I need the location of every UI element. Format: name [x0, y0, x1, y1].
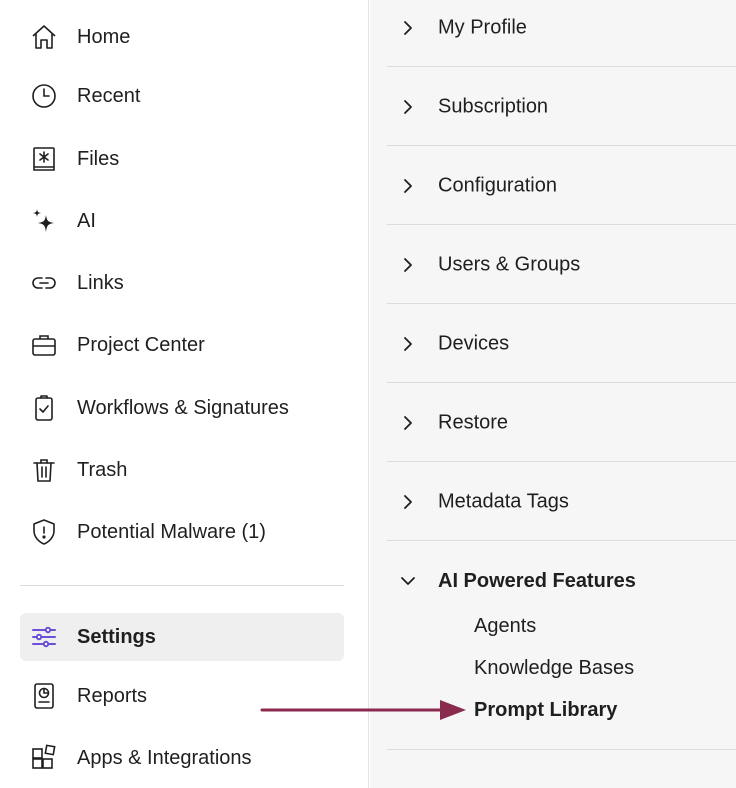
trash-icon — [29, 455, 59, 485]
chevron-down-icon — [401, 577, 415, 585]
sidebar-item-label: Reports — [77, 684, 148, 707]
sidebar-item-recent[interactable]: Recent — [20, 72, 344, 120]
settings-section-devices[interactable]: Devices — [387, 305, 736, 383]
sidebar-item-potential-malware[interactable]: Potential Malware (1) — [20, 508, 344, 556]
chevron-right-icon — [404, 336, 412, 351]
sidebar-item-workflows[interactable]: Workflows & Signatures — [20, 384, 344, 432]
clipboard-check-icon — [29, 393, 59, 423]
settings-section-metadata-tags[interactable]: Metadata Tags — [387, 463, 736, 541]
settings-section-label: My Profile — [438, 16, 527, 38]
chevron-right-icon — [404, 494, 412, 509]
settings-section-restore[interactable]: Restore — [387, 384, 736, 462]
sparkle-icon — [29, 206, 59, 236]
settings-section-subscription[interactable]: Subscription — [387, 68, 736, 146]
link-icon — [29, 268, 59, 298]
sidebar-item-label: Project Center — [77, 333, 205, 356]
sidebar-item-label: Workflows & Signatures — [77, 396, 289, 419]
briefcase-icon — [29, 330, 59, 360]
sidebar: Home Recent Files AI Links Project Cente… — [0, 0, 369, 788]
sidebar-item-label: Potential Malware (1) — [77, 520, 266, 543]
settings-panel: My Profile Subscription Configuration Us… — [370, 0, 736, 788]
files-icon — [29, 144, 59, 174]
settings-section-header[interactable]: AI Powered Features — [387, 562, 736, 600]
chevron-right-icon — [404, 99, 412, 114]
report-icon — [29, 681, 59, 711]
sidebar-item-project-center[interactable]: Project Center — [20, 321, 344, 369]
sidebar-divider — [20, 585, 344, 586]
sliders-icon — [29, 622, 59, 652]
annotation-arrow — [260, 700, 466, 720]
submenu-item-prompt-library[interactable]: Prompt Library — [474, 699, 617, 722]
sidebar-item-label: Links — [77, 271, 124, 294]
submenu-item-knowledge-bases[interactable]: Knowledge Bases — [474, 657, 634, 680]
settings-section-configuration[interactable]: Configuration — [387, 147, 736, 225]
sidebar-item-ai[interactable]: AI — [20, 197, 344, 245]
sidebar-item-home[interactable]: Home — [20, 13, 344, 61]
sidebar-item-label: Apps & Integrations — [77, 746, 252, 769]
sidebar-item-label: Trash — [77, 458, 128, 481]
settings-section-users-groups[interactable]: Users & Groups — [387, 226, 736, 304]
chevron-right-icon — [404, 20, 412, 35]
sidebar-item-links[interactable]: Links — [20, 259, 344, 307]
settings-section-label: AI Powered Features — [438, 570, 636, 592]
submenu-item-agents[interactable]: Agents — [474, 615, 536, 638]
settings-section-label: Restore — [438, 411, 509, 433]
sidebar-item-label: Settings — [77, 625, 156, 648]
settings-section-label: Configuration — [438, 174, 557, 196]
shield-alert-icon — [29, 517, 59, 547]
settings-section-label: Subscription — [438, 95, 549, 117]
apps-icon — [29, 743, 59, 773]
settings-section-label: Metadata Tags — [438, 490, 569, 512]
sidebar-item-apps-integrations[interactable]: Apps & Integrations — [20, 734, 344, 782]
sidebar-item-label: AI — [77, 209, 96, 232]
chevron-right-icon — [404, 415, 412, 430]
settings-section-label: Users & Groups — [438, 253, 581, 275]
home-icon — [29, 22, 59, 52]
sidebar-item-files[interactable]: Files — [20, 135, 344, 183]
sidebar-item-label: Home — [77, 25, 131, 48]
sidebar-item-label: Files — [77, 147, 120, 170]
settings-section-my-profile[interactable]: My Profile — [387, 0, 736, 67]
chevron-right-icon — [404, 257, 412, 272]
chevron-right-icon — [404, 178, 412, 193]
sidebar-item-trash[interactable]: Trash — [20, 446, 344, 494]
settings-section-label: Devices — [438, 332, 510, 354]
sidebar-item-settings[interactable]: Settings — [20, 613, 344, 661]
sidebar-item-label: Recent — [77, 84, 141, 107]
clock-icon — [29, 81, 59, 111]
